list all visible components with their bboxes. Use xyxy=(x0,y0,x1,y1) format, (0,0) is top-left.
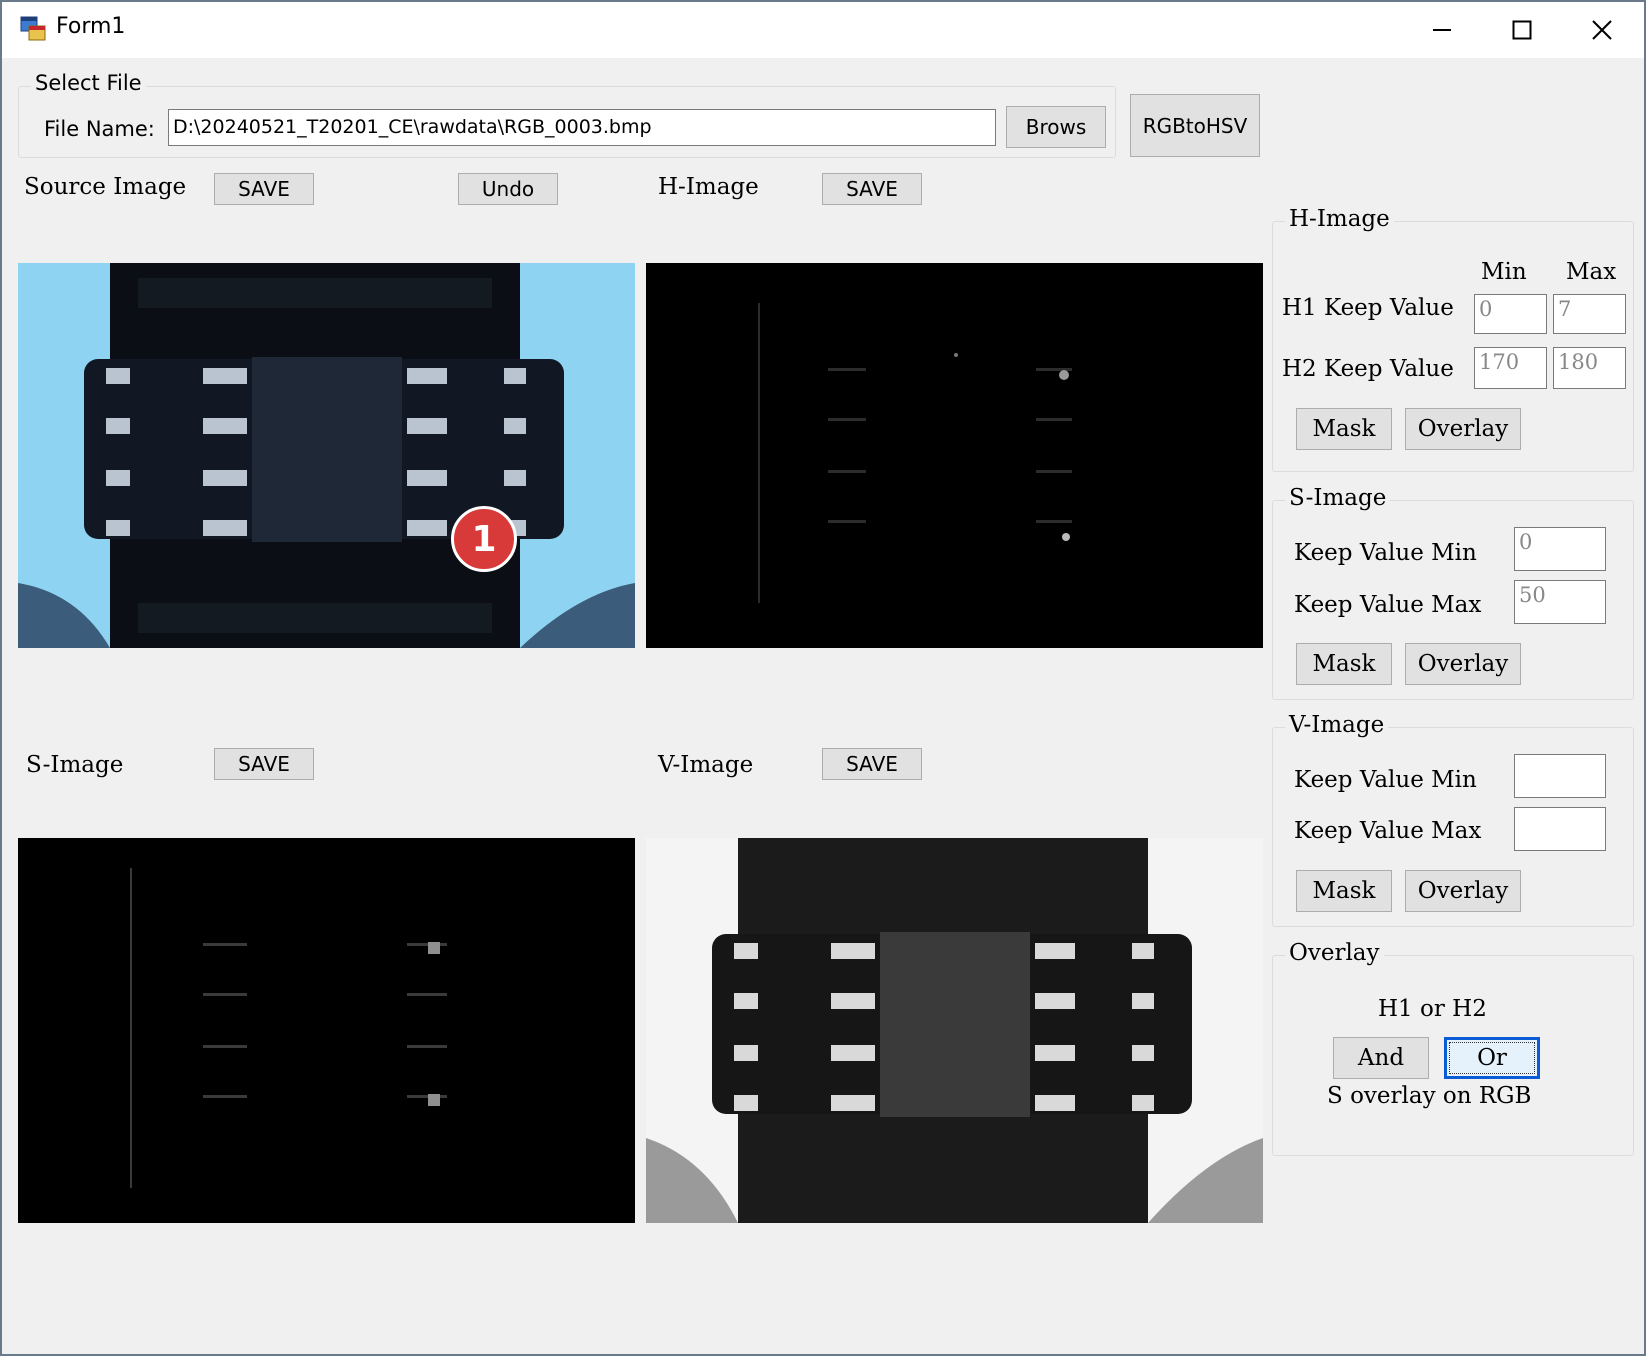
s-keep-min-field[interactable]: 0 xyxy=(1514,527,1606,571)
h-mask-button[interactable]: Mask xyxy=(1296,408,1392,450)
v-overlay-button[interactable]: Overlay xyxy=(1405,870,1521,912)
source-image-label: Source Image xyxy=(24,174,187,200)
s-keep-max-field[interactable]: 50 xyxy=(1514,580,1606,624)
form1-window: Form1 Select File File Name: D:\20240521… xyxy=(0,0,1646,1356)
winforms-app-icon xyxy=(20,16,46,42)
h2-max-field[interactable]: 180 xyxy=(1553,347,1626,389)
h-overlay-button[interactable]: Overlay xyxy=(1405,408,1521,450)
h1-or-h2-caption: H1 or H2 xyxy=(1378,996,1487,1022)
rgb-to-hsv-button[interactable]: RGBtoHSV xyxy=(1130,94,1260,157)
min-header: Min xyxy=(1481,259,1527,285)
step-marker-badge: 1 xyxy=(451,506,517,572)
maximize-button[interactable] xyxy=(1482,2,1562,58)
source-image[interactable] xyxy=(18,263,635,648)
s-overlay-on-rgb-caption: S overlay on RGB xyxy=(1327,1083,1532,1109)
h2-min-field[interactable]: 170 xyxy=(1474,347,1547,389)
v-save-button[interactable]: SAVE xyxy=(822,748,922,780)
h1-min-field[interactable]: 0 xyxy=(1474,294,1547,334)
s-keep-min-label: Keep Value Min xyxy=(1294,540,1477,566)
select-file-group-title: Select File xyxy=(31,71,146,95)
v-mask-button[interactable]: Mask xyxy=(1296,870,1392,912)
s-keep-max-label: Keep Value Max xyxy=(1294,592,1482,618)
undo-button[interactable]: Undo xyxy=(458,173,558,205)
v-keep-max-field[interactable] xyxy=(1514,807,1606,851)
s-image-label: S-Image xyxy=(26,752,124,778)
minimize-icon xyxy=(1433,29,1451,31)
h1-keep-value-label: H1 Keep Value xyxy=(1282,295,1454,321)
h2-keep-value-label: H2 Keep Value xyxy=(1282,356,1454,382)
h-image[interactable] xyxy=(646,263,1263,648)
v-keep-min-label: Keep Value Min xyxy=(1294,767,1477,793)
maximize-icon xyxy=(1512,20,1532,40)
overlay-group-title: Overlay xyxy=(1285,940,1384,966)
close-button[interactable] xyxy=(1562,2,1642,58)
close-icon xyxy=(1592,20,1612,40)
s-save-button[interactable]: SAVE xyxy=(214,748,314,780)
v-keep-max-label: Keep Value Max xyxy=(1294,818,1482,844)
browse-button[interactable]: Brows xyxy=(1006,106,1106,148)
v-group-title: V-Image xyxy=(1285,712,1389,738)
s-image[interactable] xyxy=(18,838,635,1223)
file-name-field[interactable]: D:\20240521_T20201_CE\rawdata\RGB_0003.b… xyxy=(168,109,996,146)
h-group-title: H-Image xyxy=(1285,206,1394,232)
v-image-label: V-Image xyxy=(658,752,754,778)
v-keep-min-field[interactable] xyxy=(1514,754,1606,798)
minimize-button[interactable] xyxy=(1402,2,1482,58)
h-save-button[interactable]: SAVE xyxy=(822,173,922,205)
window-title: Form1 xyxy=(56,14,126,39)
v-image[interactable] xyxy=(646,838,1263,1223)
s-overlay-button[interactable]: Overlay xyxy=(1405,643,1521,685)
and-button[interactable]: And xyxy=(1333,1037,1429,1079)
s-group-title: S-Image xyxy=(1285,485,1391,511)
source-save-button[interactable]: SAVE xyxy=(214,173,314,205)
max-header: Max xyxy=(1566,259,1617,285)
h1-max-field[interactable]: 7 xyxy=(1553,294,1626,334)
title-bar[interactable]: Form1 xyxy=(2,2,1644,58)
h-image-label: H-Image xyxy=(658,174,759,200)
s-mask-button[interactable]: Mask xyxy=(1296,643,1392,685)
file-name-label: File Name: xyxy=(44,117,155,141)
or-button[interactable]: Or xyxy=(1444,1037,1540,1079)
